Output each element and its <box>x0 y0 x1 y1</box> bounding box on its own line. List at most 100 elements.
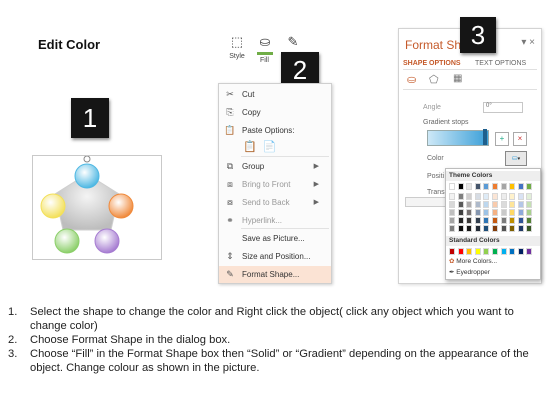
rotation-handle[interactable] <box>83 155 91 163</box>
theme-tint-swatch[interactable] <box>517 201 524 208</box>
context-menu-item-bring-to-front[interactable]: ⧈ Bring to Front ▶ <box>219 176 331 193</box>
theme-tint-swatch[interactable] <box>457 201 464 208</box>
theme-tint-swatch[interactable] <box>457 225 464 232</box>
context-menu-item-format-shape[interactable]: ✎ Format Shape... <box>219 266 331 283</box>
theme-tint-swatch[interactable] <box>457 209 464 216</box>
theme-color-swatch[interactable] <box>474 183 481 190</box>
cycle-diagram-graphic[interactable] <box>33 155 161 259</box>
theme-color-swatch[interactable] <box>509 183 516 190</box>
theme-tint-swatch[interactable] <box>509 217 516 224</box>
theme-color-swatch[interactable] <box>449 183 455 190</box>
theme-tint-swatch[interactable] <box>449 217 455 224</box>
diagram-circle-top[interactable] <box>74 163 100 189</box>
context-menu-item-size-and-position[interactable]: ⇕ Size and Position... <box>219 248 331 265</box>
remove-stop-icon[interactable]: × <box>513 132 527 146</box>
theme-tint-swatch[interactable] <box>483 201 490 208</box>
eyedropper-item[interactable]: ✒ Eyedropper <box>449 268 490 276</box>
gradient-bar[interactable] <box>427 130 489 146</box>
theme-color-swatch[interactable] <box>526 183 533 190</box>
context-menu-item-cut[interactable]: ✂ Cut <box>219 86 331 103</box>
diagram-circle-bottom-left[interactable] <box>54 228 80 254</box>
theme-tint-swatch[interactable] <box>509 201 516 208</box>
paste-options-icons[interactable]: 📋📄 <box>243 140 282 153</box>
fill-line-icon[interactable]: ⛀ <box>407 73 416 86</box>
fill-button[interactable]: ⛀ Fill <box>252 31 278 69</box>
effects-pentagon-icon[interactable]: ⬠ <box>429 73 439 86</box>
size-properties-icon[interactable]: ▦ <box>453 73 462 84</box>
standard-color-swatch[interactable] <box>483 248 490 255</box>
diagram-circle-bottom-right[interactable] <box>94 228 120 254</box>
theme-tint-swatch[interactable] <box>474 201 481 208</box>
theme-tint-swatch[interactable] <box>526 217 533 224</box>
context-menu-item-send-to-back[interactable]: ⧇ Send to Back ▶ <box>219 194 331 211</box>
more-colors-item[interactable]: ✿ More Colors... <box>449 257 497 265</box>
theme-tint-swatch[interactable] <box>466 225 473 232</box>
theme-tint-swatch[interactable] <box>466 217 473 224</box>
diagram-circle-right[interactable] <box>108 193 134 219</box>
theme-color-swatch[interactable] <box>483 183 490 190</box>
theme-tint-swatch[interactable] <box>492 209 498 216</box>
theme-tint-swatch[interactable] <box>466 209 473 216</box>
standard-color-swatch[interactable] <box>517 248 524 255</box>
theme-tint-swatch[interactable] <box>474 209 481 216</box>
standard-color-swatch[interactable] <box>457 248 464 255</box>
theme-tint-swatch[interactable] <box>509 209 516 216</box>
theme-color-swatch[interactable] <box>457 183 464 190</box>
theme-tint-swatch[interactable] <box>492 193 498 200</box>
theme-tint-swatch[interactable] <box>449 201 455 208</box>
diagram-circle-left[interactable] <box>40 193 66 219</box>
theme-tint-swatch[interactable] <box>500 225 507 232</box>
context-menu-item-save-as-picture[interactable]: Save as Picture... <box>219 230 331 247</box>
theme-tint-swatch[interactable] <box>526 201 533 208</box>
standard-color-swatch[interactable] <box>492 248 498 255</box>
tab-text-options[interactable]: TEXT OPTIONS <box>475 60 526 67</box>
theme-tint-swatch[interactable] <box>466 201 473 208</box>
theme-color-swatch[interactable] <box>500 183 507 190</box>
standard-color-swatch[interactable] <box>526 248 533 255</box>
style-button[interactable]: ⬚ Style <box>224 31 250 69</box>
pane-close-button[interactable]: ▾ × <box>521 37 535 48</box>
tab-shape-options[interactable]: SHAPE OPTIONS <box>403 60 461 67</box>
theme-tint-swatch[interactable] <box>483 225 490 232</box>
context-menu-item-group[interactable]: ⧉ Group ▶ <box>219 158 331 175</box>
theme-color-swatch[interactable] <box>466 183 473 190</box>
theme-color-swatch[interactable] <box>492 183 498 190</box>
theme-tint-swatch[interactable] <box>500 201 507 208</box>
theme-tint-swatch[interactable] <box>517 209 524 216</box>
theme-tint-swatch[interactable] <box>474 193 481 200</box>
theme-tint-swatch[interactable] <box>492 201 498 208</box>
theme-tint-swatch[interactable] <box>526 209 533 216</box>
theme-tint-swatch[interactable] <box>500 217 507 224</box>
theme-tint-swatch[interactable] <box>474 225 481 232</box>
context-menu-item-hyperlink[interactable]: ⚭ Hyperlink... <box>219 212 331 229</box>
theme-tint-swatch[interactable] <box>517 217 524 224</box>
horizontal-scrollbar[interactable] <box>405 197 447 207</box>
theme-tint-swatch[interactable] <box>500 193 507 200</box>
cycle-diagram[interactable] <box>32 155 162 260</box>
theme-tint-swatch[interactable] <box>500 209 507 216</box>
theme-tint-swatch[interactable] <box>474 217 481 224</box>
theme-tint-swatch[interactable] <box>509 225 516 232</box>
theme-tint-swatch[interactable] <box>509 193 516 200</box>
context-menu-item-copy[interactable]: ⎘ Copy <box>219 104 331 121</box>
context-menu-item-paste-options[interactable]: 📋 Paste Options: <box>219 122 331 139</box>
theme-tint-swatch[interactable] <box>483 209 490 216</box>
theme-tint-swatch[interactable] <box>517 193 524 200</box>
theme-tint-swatch[interactable] <box>492 225 498 232</box>
gradient-stop-handle[interactable] <box>483 129 487 145</box>
theme-tint-swatch[interactable] <box>449 225 455 232</box>
color-picker-button[interactable]: ⛀▾ <box>505 151 527 166</box>
theme-tint-swatch[interactable] <box>483 193 490 200</box>
standard-color-swatch[interactable] <box>500 248 507 255</box>
standard-color-swatch[interactable] <box>466 248 473 255</box>
theme-tint-swatch[interactable] <box>466 193 473 200</box>
theme-tint-swatch[interactable] <box>449 193 455 200</box>
theme-tint-swatch[interactable] <box>492 217 498 224</box>
theme-tint-swatch[interactable] <box>517 225 524 232</box>
theme-tint-swatch[interactable] <box>526 225 533 232</box>
theme-tint-swatch[interactable] <box>526 193 533 200</box>
theme-tint-swatch[interactable] <box>457 193 464 200</box>
standard-color-swatch[interactable] <box>474 248 481 255</box>
standard-color-swatch[interactable] <box>509 248 516 255</box>
angle-field[interactable]: 0° <box>483 102 523 113</box>
